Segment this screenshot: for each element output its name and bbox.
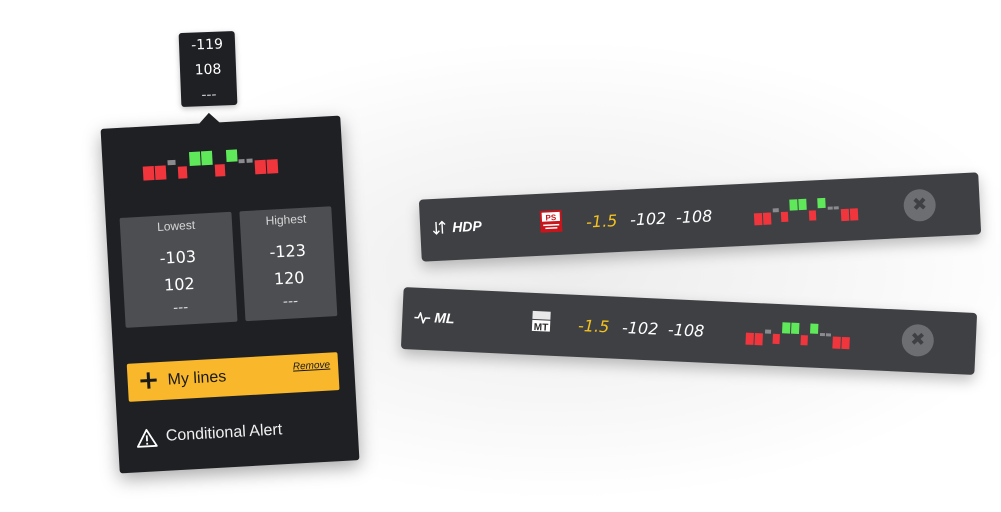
movement-bar (780, 211, 789, 223)
movement-bar (798, 198, 807, 211)
movement-bar (745, 332, 754, 345)
movement-bar (817, 197, 826, 209)
pulse-icon (414, 312, 431, 324)
movement-bar (841, 336, 850, 350)
svg-text:MT: MT (534, 322, 549, 333)
movement-bar (200, 150, 213, 166)
close-icon: ✖ (911, 193, 928, 216)
highest-box: Highest -123 120 --- (239, 206, 338, 322)
plus-icon: + (136, 365, 161, 397)
movement-bar (772, 208, 779, 213)
movement-bar (825, 333, 832, 337)
tooltip-line: --- (201, 86, 217, 104)
movement-bar (832, 336, 841, 349)
value-tooltip: -119 108 --- (178, 30, 238, 108)
movement-bar (819, 332, 826, 337)
close-button[interactable]: ✖ (902, 188, 937, 223)
line-value[interactable]: -1.5 (586, 211, 618, 232)
odd-value[interactable]: -108 (668, 320, 705, 341)
movement-bar (827, 206, 833, 210)
tooltip-line: 108 (194, 61, 222, 79)
odd-value[interactable]: -102 (622, 318, 659, 339)
close-button[interactable]: ✖ (901, 323, 935, 358)
lowest-value: --- (172, 299, 189, 317)
movement-bar (790, 322, 800, 334)
lowest-value: 102 (163, 273, 196, 295)
movement-bar (167, 159, 176, 166)
movement-bar (840, 208, 850, 222)
odds-movement-sparkline (142, 146, 293, 184)
movement-bar (810, 323, 819, 334)
movement-bar (753, 212, 763, 226)
movement-bar (754, 332, 763, 346)
ps-logo: PS (539, 209, 563, 233)
line-value[interactable]: -1.5 (578, 316, 610, 336)
movement-bar (246, 158, 253, 163)
movement-bar (849, 208, 859, 221)
mt-logo: MT (529, 309, 553, 333)
row-name: HDP (451, 217, 483, 236)
movement-bar (177, 166, 188, 179)
odd-value[interactable]: -108 (676, 206, 713, 227)
movement-bar (225, 149, 238, 162)
movement-bar (800, 335, 808, 346)
movement-bar (266, 159, 279, 174)
movement-bar (772, 333, 780, 345)
popup-caret (197, 112, 221, 125)
movement-bar (142, 166, 155, 181)
odd-value[interactable]: -102 (630, 209, 667, 230)
arrows-updown-icon (432, 220, 446, 235)
movement-bar (789, 199, 798, 211)
odds-row-hdp[interactable]: HDP PS -1.5 -102 -108 ✖ (418, 172, 982, 262)
tooltip-line: -119 (190, 36, 224, 54)
lowest-value: -103 (159, 246, 197, 268)
highest-label: Highest (265, 211, 307, 228)
movement-bar (808, 210, 817, 221)
conditional-alert-button[interactable]: Conditional Alert (135, 421, 283, 451)
highest-value: --- (282, 293, 299, 311)
movement-bar (764, 329, 772, 334)
highest-value: -123 (269, 240, 307, 262)
conditional-alert-label: Conditional Alert (165, 421, 283, 445)
movement-bar (214, 164, 226, 177)
movement-bar (762, 212, 772, 225)
lowest-label: Lowest (156, 217, 196, 234)
svg-text:PS: PS (545, 213, 557, 223)
close-icon: ✖ (909, 329, 926, 351)
my-lines-button[interactable]: + My lines Remove (126, 352, 340, 402)
movement-bar (238, 158, 245, 164)
highest-value: 120 (273, 267, 305, 289)
movement-bar (833, 206, 839, 210)
warning-icon (136, 428, 158, 448)
odds-movement-sparkline[interactable] (745, 319, 856, 354)
remove-link[interactable]: Remove (293, 360, 331, 373)
row-name: ML (433, 309, 455, 327)
odds-movement-sparkline[interactable] (753, 194, 864, 229)
movement-bar (188, 151, 201, 167)
movement-bar (781, 322, 791, 334)
movement-bar (154, 165, 167, 180)
my-lines-label: My lines (167, 368, 227, 389)
movement-bar (254, 159, 267, 175)
odds-detail-popup: Lowest -103 102 --- Highest -123 120 ---… (100, 112, 360, 474)
odds-row-ml[interactable]: ML MT -1.5 -102 -108 ✖ (400, 287, 978, 375)
lowest-box: Lowest -103 102 --- (119, 211, 238, 328)
